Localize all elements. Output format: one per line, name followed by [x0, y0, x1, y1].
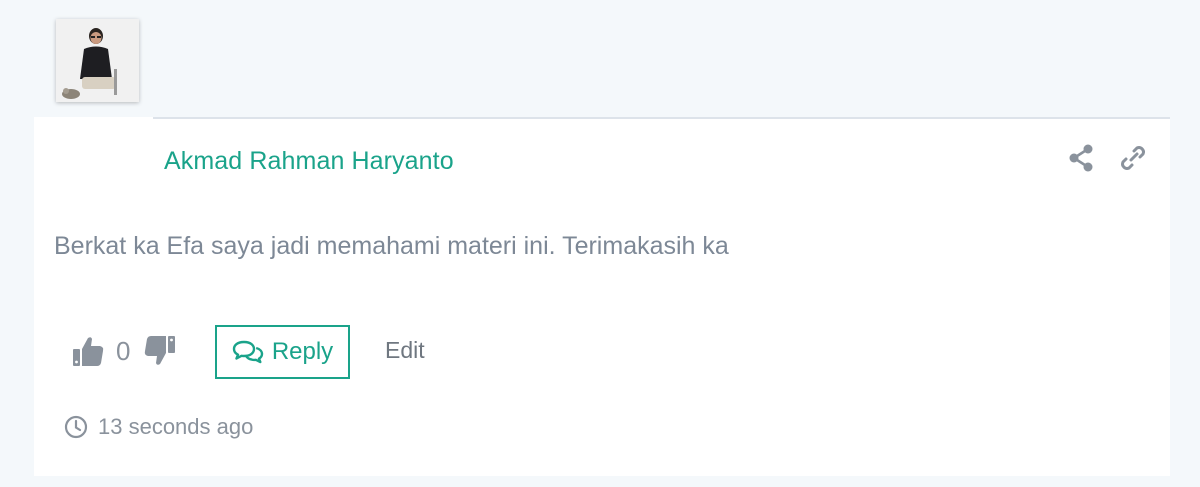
comment-top-actions — [1066, 143, 1148, 173]
author-name[interactable]: Akmad Rahman Haryanto — [164, 147, 454, 176]
share-icon — [1069, 144, 1093, 172]
upvote-button[interactable] — [70, 333, 106, 369]
vote-count: 0 — [116, 335, 131, 366]
permalink-button[interactable] — [1118, 143, 1148, 173]
comment-timestamp: 13 seconds ago — [64, 414, 253, 440]
edit-link[interactable]: Edit — [385, 337, 425, 364]
reply-button[interactable]: Reply — [215, 325, 350, 379]
comment-body: Berkat ka Efa saya jadi memahami materi … — [54, 232, 729, 260]
avatar[interactable] — [56, 19, 139, 102]
link-icon — [1121, 146, 1145, 170]
clock-icon — [64, 415, 88, 439]
thumbs-down-icon — [145, 336, 176, 365]
comment-thread: Akmad Rahman Haryanto Berkat ka Efa saya… — [0, 0, 1200, 487]
share-button[interactable] — [1066, 143, 1096, 173]
thumbs-up-icon — [73, 337, 104, 366]
divider — [153, 117, 1170, 119]
downvote-button[interactable] — [142, 333, 178, 369]
timestamp-text: 13 seconds ago — [98, 414, 254, 439]
comments-icon — [232, 340, 264, 364]
avatar-photo — [56, 19, 139, 102]
vote-controls: 0 — [70, 325, 178, 377]
reply-label: Reply — [271, 338, 334, 365]
